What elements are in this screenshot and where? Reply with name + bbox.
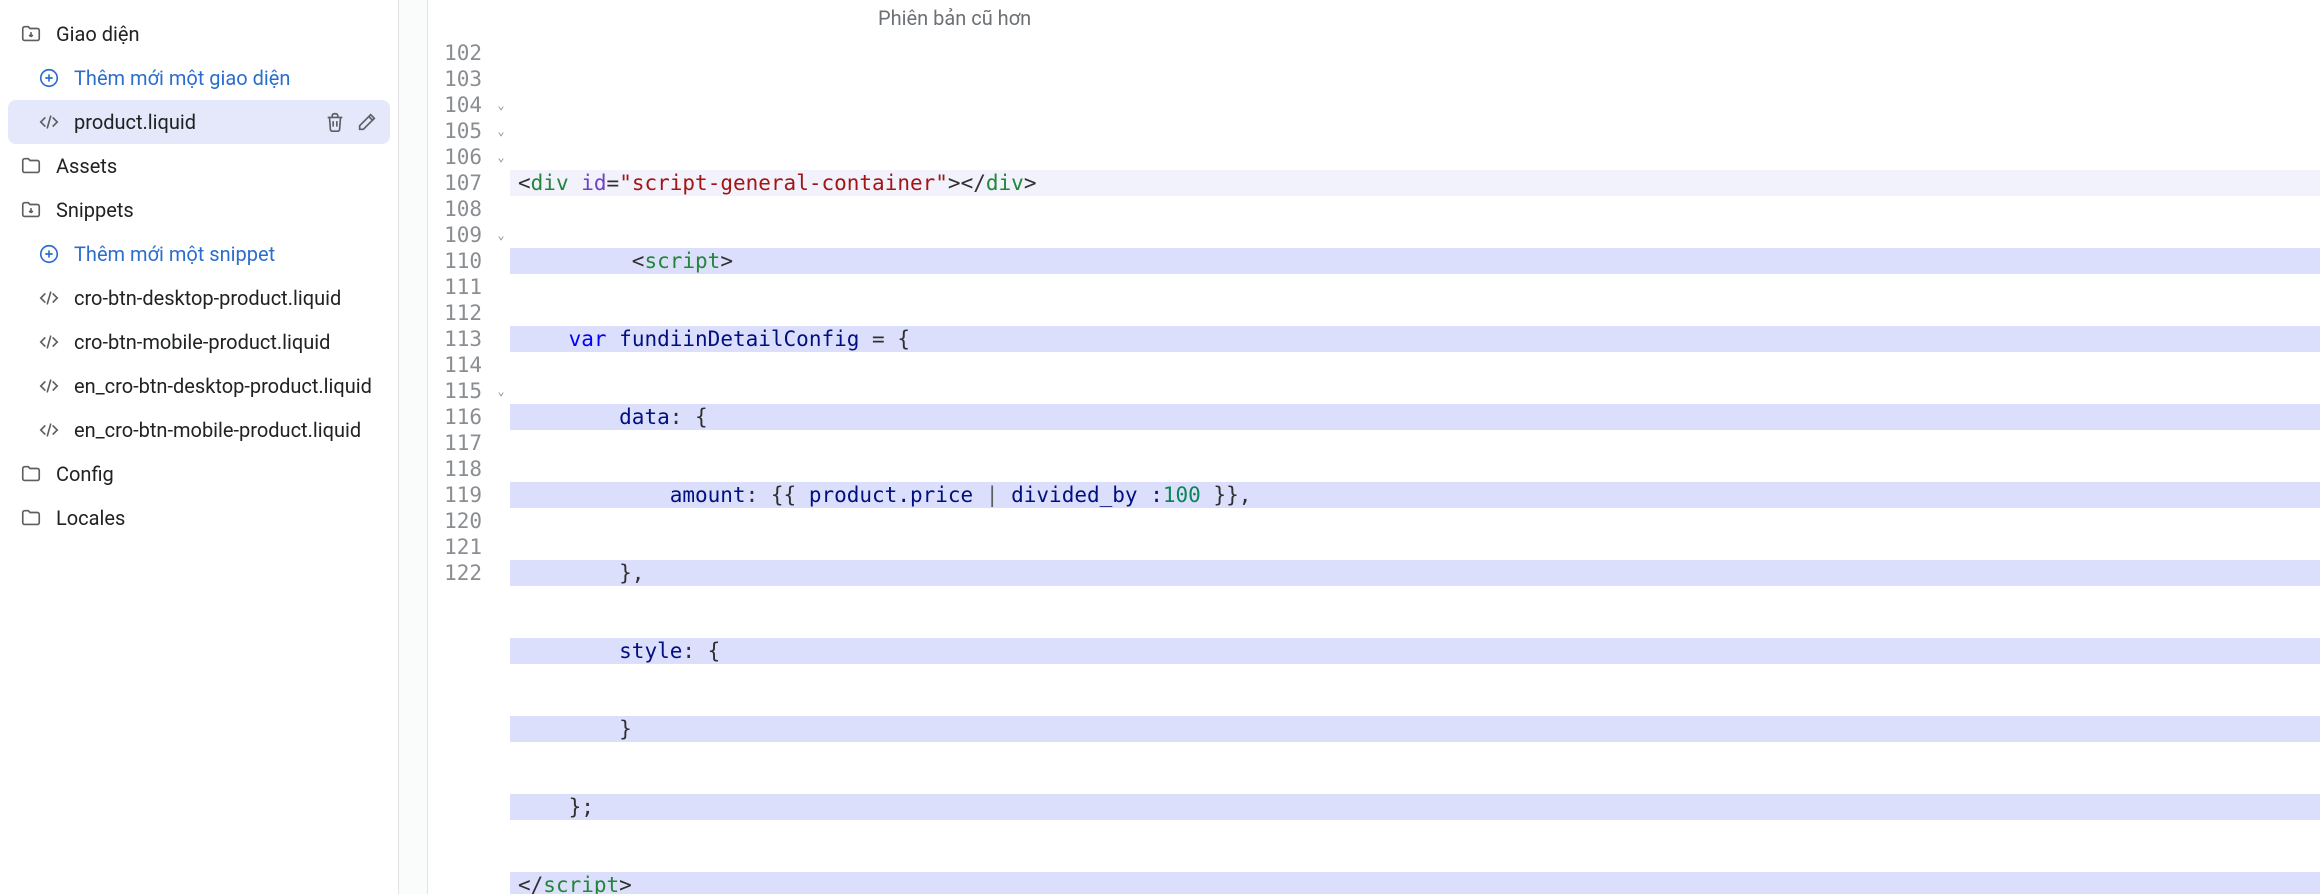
file-label: en_cro-btn-desktop-product.liquid [74,374,378,398]
section-label: Assets [56,154,378,178]
trash-icon[interactable] [324,111,346,133]
code-area[interactable]: 1021031041051061071081091101111121131141… [428,40,2320,894]
folder-download-icon [20,23,42,45]
sidebar: Giao diện Thêm mới một giao diện product… [0,0,398,894]
code-line[interactable]: }, [510,560,2320,586]
file-label: product.liquid [74,110,310,134]
code-editor: Phiên bản cũ hơn 10210310410510610710810… [428,0,2320,894]
code-line[interactable]: }; [510,794,2320,820]
section-label: Snippets [56,198,378,222]
sidebar-section-giao-dien[interactable]: Giao diện [8,12,390,56]
code-line[interactable]: <script> [510,248,2320,274]
code-icon [38,419,60,441]
code-line[interactable]: amount: {{ product.price | divided_by :1… [510,482,2320,508]
code-line[interactable]: </script> [510,872,2320,894]
file-label: cro-btn-desktop-product.liquid [74,286,378,310]
code-icon [38,375,60,397]
folder-icon [20,507,42,529]
plus-circle-icon [38,243,60,265]
snippet-file[interactable]: cro-btn-desktop-product.liquid [8,276,390,320]
sidebar-section-locales[interactable]: Locales [8,496,390,540]
add-label: Thêm mới một giao diện [74,66,378,90]
add-giao-dien[interactable]: Thêm mới một giao diện [8,56,390,100]
pane-divider[interactable] [398,0,428,894]
snippet-file[interactable]: cro-btn-mobile-product.liquid [8,320,390,364]
add-snippet[interactable]: Thêm mới một snippet [8,232,390,276]
line-number-gutter: 1021031041051061071081091101111121131141… [428,40,492,894]
plus-circle-icon [38,67,60,89]
folder-icon [20,463,42,485]
code-content[interactable]: <div id="script-general-container"></div… [510,40,2320,894]
edit-icon[interactable] [356,111,378,133]
fold-gutter: ⌄⌄⌄⌄⌄ [492,40,510,894]
add-label: Thêm mới một snippet [74,242,378,266]
file-product-liquid[interactable]: product.liquid [8,100,390,144]
code-icon [38,111,60,133]
code-icon [38,331,60,353]
code-line[interactable]: <div id="script-general-container"></div… [510,170,2320,196]
section-label: Config [56,462,378,486]
file-label: cro-btn-mobile-product.liquid [74,330,378,354]
file-label: en_cro-btn-mobile-product.liquid [74,418,378,442]
code-line[interactable] [510,92,2320,118]
code-icon [38,287,60,309]
code-line[interactable]: style: { [510,638,2320,664]
section-label: Giao diện [56,22,378,46]
section-label: Locales [56,506,378,530]
snippet-file[interactable]: en_cro-btn-mobile-product.liquid [8,408,390,452]
sidebar-section-assets[interactable]: Assets [8,144,390,188]
folder-icon [20,155,42,177]
older-version-link[interactable]: Phiên bản cũ hơn [428,0,2320,40]
code-line[interactable]: var fundiinDetailConfig = { [510,326,2320,352]
sidebar-section-snippets[interactable]: Snippets [8,188,390,232]
code-line[interactable]: data: { [510,404,2320,430]
folder-download-icon [20,199,42,221]
sidebar-section-config[interactable]: Config [8,452,390,496]
snippet-file[interactable]: en_cro-btn-desktop-product.liquid [8,364,390,408]
code-line[interactable]: } [510,716,2320,742]
